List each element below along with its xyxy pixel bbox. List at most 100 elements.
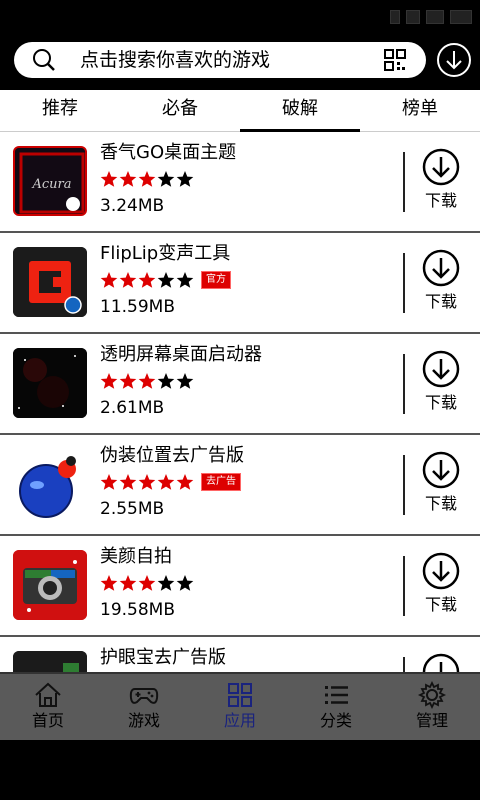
- star-empty-icon: [157, 373, 175, 389]
- app-size: 11.59MB: [100, 297, 175, 317]
- list-item[interactable]: 伪装位置去广告版 去广告 2.55MB 下载: [0, 435, 480, 536]
- divider: [403, 455, 405, 515]
- tab-essential[interactable]: 必备: [120, 90, 240, 132]
- list-item[interactable]: FlipLip变声工具 官方 11.59MB 下载: [0, 233, 480, 334]
- list-icon: [325, 686, 348, 704]
- apps-grid-icon: [228, 683, 252, 707]
- tab-rankings[interactable]: 榜单: [360, 90, 480, 132]
- star-filled-icon: [100, 272, 118, 288]
- search-placeholder: 点击搜索你喜欢的游戏: [80, 49, 271, 71]
- star-filled-icon: [100, 171, 118, 187]
- app-badge: 去广告: [201, 473, 241, 491]
- download-icon: [422, 148, 460, 186]
- rating-stars: [100, 572, 195, 594]
- app-icon: [13, 550, 87, 620]
- download-icon: [422, 653, 460, 672]
- divider: [403, 253, 405, 313]
- list-item[interactable]: 透明屏幕桌面启动器 2.61MB 下载: [0, 334, 480, 435]
- app-name: 伪装位置去广告版: [100, 445, 244, 466]
- app-size: 2.55MB: [100, 499, 165, 519]
- app-list: Acura 香气GO桌面主题 3.24MB 下载 FlipLip变声工具 官方 …: [0, 132, 480, 672]
- star-filled-icon: [119, 373, 137, 389]
- home-icon: [35, 682, 61, 707]
- divider: [403, 354, 405, 414]
- nav-apps[interactable]: 应用: [192, 674, 288, 740]
- rating-stars: [100, 168, 195, 190]
- app-icon: [13, 247, 87, 317]
- star-filled-icon: [119, 171, 137, 187]
- star-empty-icon: [157, 272, 175, 288]
- download-button[interactable]: 下载: [420, 653, 462, 672]
- star-filled-icon: [119, 272, 137, 288]
- download-icon: [422, 249, 460, 287]
- download-manager-icon[interactable]: [436, 42, 472, 78]
- download-icon: [422, 451, 460, 489]
- star-filled-icon: [157, 474, 175, 490]
- nav-label: 首页: [31, 711, 64, 730]
- download-button[interactable]: 下载: [420, 249, 462, 319]
- qr-code-icon[interactable]: [384, 49, 406, 71]
- status-bar: [0, 0, 480, 34]
- gamepad-icon: [129, 688, 159, 704]
- divider: [403, 556, 405, 616]
- star-empty-icon: [176, 575, 194, 591]
- tab-cracked[interactable]: 破解: [240, 90, 360, 132]
- download-button[interactable]: 下载: [420, 350, 462, 420]
- list-item[interactable]: Acura 香气GO桌面主题 3.24MB 下载: [0, 132, 480, 233]
- app-name: 美颜自拍: [100, 546, 172, 567]
- app-name: FlipLip变声工具: [100, 243, 231, 264]
- app-size: 19.58MB: [100, 600, 175, 620]
- download-icon: [422, 350, 460, 388]
- app-icon: [13, 449, 87, 519]
- nav-label: 应用: [223, 711, 256, 730]
- app-size: 3.24MB: [100, 196, 165, 216]
- app-icon: [13, 348, 87, 418]
- tab-recommended[interactable]: 推荐: [0, 90, 120, 132]
- app-name: 护眼宝去广告版: [100, 647, 226, 668]
- divider: [403, 657, 405, 672]
- star-filled-icon: [100, 474, 118, 490]
- bottom-navigation: 首页 游戏 应用 分类 管理: [0, 672, 480, 740]
- star-filled-icon: [138, 474, 156, 490]
- app-icon: Acura: [13, 146, 87, 216]
- download-label: 下载: [424, 191, 457, 210]
- list-item[interactable]: 美颜自拍 19.58MB 下载: [0, 536, 480, 637]
- list-item[interactable]: 护眼宝去广告版 下载: [0, 637, 480, 672]
- rating-stars: 去广告: [100, 471, 241, 493]
- app-name: 透明屏幕桌面启动器: [100, 344, 262, 365]
- download-icon: [422, 552, 460, 590]
- download-button[interactable]: 下载: [420, 552, 462, 622]
- app-name: 香气GO桌面主题: [100, 142, 237, 163]
- divider: [403, 152, 405, 212]
- rating-stars: [100, 370, 195, 392]
- star-filled-icon: [100, 575, 118, 591]
- gear-icon: [417, 680, 447, 710]
- rating-stars: 官方: [100, 269, 231, 291]
- nav-label: 分类: [319, 711, 352, 730]
- nav-games[interactable]: 游戏: [96, 674, 192, 740]
- star-empty-icon: [157, 171, 175, 187]
- nav-categories[interactable]: 分类: [288, 674, 384, 740]
- star-empty-icon: [157, 575, 175, 591]
- status-icons: [390, 6, 472, 24]
- nav-label: 游戏: [127, 711, 160, 730]
- svg-text:Acura: Acura: [31, 177, 71, 192]
- star-empty-icon: [176, 171, 194, 187]
- app-badge: 官方: [201, 271, 231, 289]
- nav-home[interactable]: 首页: [0, 674, 96, 740]
- app-icon: [13, 651, 87, 672]
- download-label: 下载: [424, 292, 457, 311]
- star-filled-icon: [119, 474, 137, 490]
- nav-label: 管理: [415, 711, 448, 730]
- star-filled-icon: [138, 373, 156, 389]
- search-bar[interactable]: 点击搜索你喜欢的游戏: [14, 42, 426, 78]
- search-icon: [33, 49, 55, 71]
- star-filled-icon: [138, 272, 156, 288]
- download-label: 下载: [424, 595, 457, 614]
- download-button[interactable]: 下载: [420, 148, 462, 218]
- download-button[interactable]: 下载: [420, 451, 462, 521]
- app-size: 2.61MB: [100, 398, 165, 418]
- star-filled-icon: [138, 575, 156, 591]
- nav-manage[interactable]: 管理: [384, 674, 480, 740]
- star-filled-icon: [138, 171, 156, 187]
